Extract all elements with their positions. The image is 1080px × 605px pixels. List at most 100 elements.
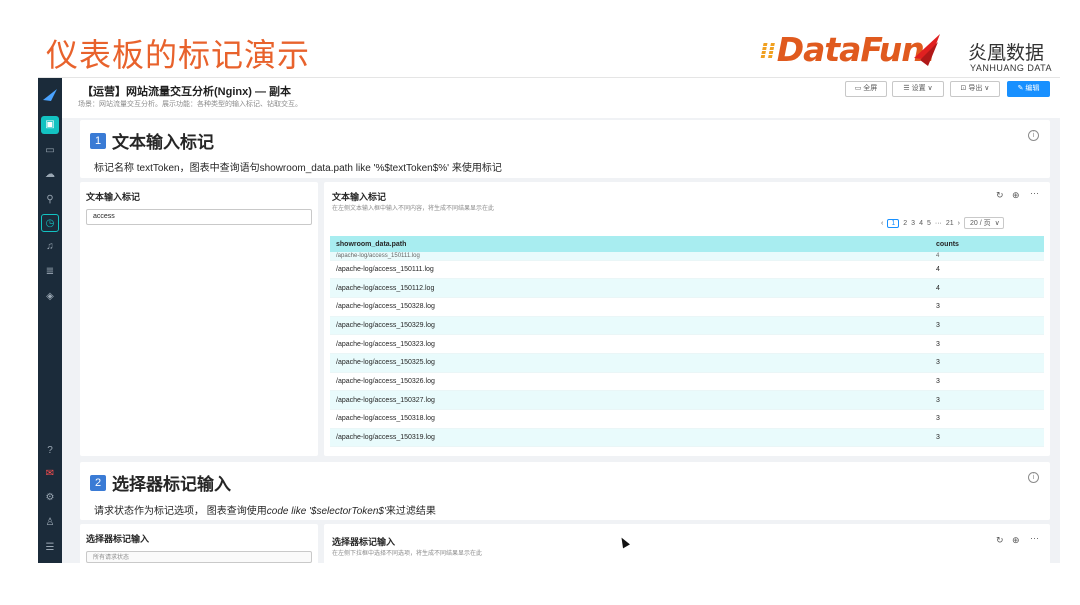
refresh-icon[interactable]: ↻: [996, 190, 1004, 201]
fullscreen-button[interactable]: ▭ 全屏: [845, 81, 887, 97]
page-ellipsis[interactable]: ···: [935, 220, 942, 227]
yanhuang-logo-en: YANHUANG DATA: [970, 63, 1053, 73]
page-last[interactable]: 21: [946, 220, 954, 227]
app-logo-icon[interactable]: [42, 88, 58, 102]
table-row: /apache-log/access_150111.log 4: [330, 252, 1044, 261]
dashboard-title: 【运营】网站流量交互分析(Nginx) — 副本: [82, 86, 291, 98]
section2-code: code like '$selectorToken$': [266, 506, 386, 517]
table-cell-path: /apache-log/access_150318.log: [330, 409, 930, 429]
table-row[interactable]: /apache-log/access_150323.log 3: [330, 334, 1044, 354]
settings-button[interactable]: ☰ 设置 ∨: [892, 81, 944, 97]
yanhuang-logo-cn: 炎凰数据: [968, 42, 1045, 64]
page-2[interactable]: 2: [903, 220, 907, 227]
prev-page-icon[interactable]: ‹: [881, 220, 883, 227]
bell-icon[interactable]: ♫: [41, 238, 59, 256]
table-cell-path: /apache-log/access_150325.log: [330, 353, 930, 373]
user-icon[interactable]: ♙: [41, 514, 59, 532]
search-icon[interactable]: ⚲: [41, 191, 59, 209]
table-cell-count: 3: [930, 428, 1044, 448]
page-1[interactable]: 1: [887, 219, 900, 228]
section2-header-card: 2 选择器标记输入 i 请求状态作为标记选项， 图表查询使用code like '…: [80, 462, 1050, 520]
monitor-icon[interactable]: ▭: [41, 142, 59, 160]
zoom-icon[interactable]: ⊕: [1012, 535, 1020, 546]
help-icon[interactable]: ?: [41, 442, 59, 460]
page-size-select[interactable]: 20 / 页 ∨: [964, 217, 1004, 229]
datafun-logo: ⁞⁞DataFun.: [760, 30, 936, 69]
dashboard-icon[interactable]: ▣: [41, 116, 59, 134]
settings-icon[interactable]: ⚙: [41, 489, 59, 507]
dashboard-subtitle: 场景：网站流量交互分析。展示功能：各种类型的输入标记、钻取交互。: [78, 101, 302, 108]
table-row[interactable]: /apache-log/access_150326.log 3: [330, 372, 1044, 392]
page-3[interactable]: 3: [911, 220, 915, 227]
table-row[interactable]: /apache-log/access_150319.log 3: [330, 428, 1044, 448]
section1-header-card: 1 文本输入标记 i 标记名称 textToken，图表中查询语句showroom…: [80, 120, 1050, 178]
table-cell-path: /apache-log/access_150328.log: [330, 297, 930, 317]
table-header-row: showroom_data.path counts: [330, 236, 1044, 252]
section2-heading: 2 选择器标记输入: [90, 470, 231, 495]
table-cell-count: 3: [930, 353, 1044, 373]
text-token-input[interactable]: access: [86, 209, 312, 225]
text-input-panel-title: 文本输入标记: [86, 192, 141, 202]
layers-icon[interactable]: ◈: [41, 288, 59, 306]
page-4[interactable]: 4: [919, 220, 923, 227]
selector-chart-panel-title: 选择器标记输入: [332, 537, 396, 547]
text-input-panel: 文本输入标记 access: [80, 182, 318, 456]
section1-info-icon[interactable]: i: [1028, 130, 1039, 141]
table-cell-path: /apache-log/access_150319.log: [330, 428, 930, 448]
section2-info-icon[interactable]: i: [1028, 472, 1039, 483]
table-cell-path: /apache-log/access_150112.log: [330, 278, 930, 298]
more-icon[interactable]: ···: [1030, 533, 1039, 543]
next-page-icon[interactable]: ›: [958, 220, 960, 227]
table-row[interactable]: /apache-log/access_150327.log 3: [330, 390, 1044, 410]
selector-input-panel-title: 选择器标记输入: [86, 534, 150, 544]
table-cell-count: 4: [930, 260, 1044, 280]
selector-token-select[interactable]: 所有请求状态: [86, 551, 312, 563]
edit-button[interactable]: ✎ 编辑: [1007, 81, 1050, 97]
table-cell-count: 3: [930, 372, 1044, 392]
table-row[interactable]: /apache-log/access_150318.log 3: [330, 409, 1044, 429]
table-cell-count: 3: [930, 334, 1044, 354]
message-icon[interactable]: ✉: [41, 465, 59, 483]
dashboard-topbar: 【运营】网站流量交互分析(Nginx) — 副本 场景：网站流量交互分析。展示功…: [62, 78, 1060, 118]
database-icon[interactable]: ≣: [41, 263, 59, 281]
table-cell-path: /apache-log/access_150323.log: [330, 334, 930, 354]
section1-heading: 1 文本输入标记: [90, 128, 214, 153]
table-row[interactable]: /apache-log/access_150112.log 4: [330, 278, 1044, 298]
text-table-panel: 文本输入标记 在左侧文本输入框中输入不同内容，将生成不同结果显示在此 ↻ ⊕ ·…: [324, 182, 1050, 456]
slide-title: 仪表板的标记演示: [46, 36, 311, 74]
table-cell-path: /apache-log/access_150329.log: [330, 316, 930, 336]
pagination: ‹ 1 2 3 4 5 ··· 21 › 20 / 页 ∨: [879, 217, 1006, 229]
selector-chart-panel: 选择器标记输入 在左侧下拉框中选择不同选项，将生成不同结果显示在此 ↻ ⊕ ··…: [324, 524, 1050, 563]
more-icon[interactable]: ···: [1030, 188, 1039, 198]
table-cell-count: 3: [930, 316, 1044, 336]
table-cell-count: 3: [930, 297, 1044, 317]
table-cell-count: 3: [930, 390, 1044, 410]
table-cell-path: /apache-log/access_150111.log: [330, 260, 930, 280]
table-row[interactable]: /apache-log/access_150111.log 4: [330, 260, 1044, 280]
clock-icon[interactable]: ◷: [41, 214, 59, 232]
menu-icon[interactable]: ☰: [41, 539, 59, 557]
table-row[interactable]: /apache-log/access_150325.log 3: [330, 353, 1044, 373]
selector-input-panel: 选择器标记输入 所有请求状态: [80, 524, 318, 563]
section2-title: 选择器标记输入: [112, 475, 231, 495]
sidebar: ▣ ▭ ☁ ⚲ ◷ ♫ ≣ ◈ ? ✉ ⚙ ♙ ☰: [38, 78, 62, 563]
text-table-panel-subtitle: 在左侧文本输入框中输入不同内容，将生成不同结果显示在此: [332, 206, 495, 212]
selector-chart-panel-subtitle: 在左侧下拉框中选择不同选项，将生成不同结果显示在此: [332, 551, 483, 557]
column-header-path[interactable]: showroom_data.path: [330, 236, 930, 252]
section1-description: 标记名称 textToken，图表中查询语句showroom_data.path…: [94, 163, 502, 174]
table-cell-path: /apache-log/access_150327.log: [330, 390, 930, 410]
zoom-icon[interactable]: ⊕: [1012, 190, 1020, 201]
yanhuang-logo-icon: [914, 34, 940, 66]
cloud-icon[interactable]: ☁: [41, 166, 59, 184]
section1-title: 文本输入标记: [112, 133, 214, 153]
table-row[interactable]: /apache-log/access_150328.log 3: [330, 297, 1044, 317]
section2-number: 2: [90, 474, 106, 491]
column-header-counts[interactable]: counts: [930, 236, 1044, 252]
table-row[interactable]: /apache-log/access_150329.log 3: [330, 316, 1044, 336]
app-window: ▣ ▭ ☁ ⚲ ◷ ♫ ≣ ◈ ? ✉ ⚙ ♙ ☰ 【运营】网站流量交互分析(N…: [38, 77, 1060, 563]
main-area: 【运营】网站流量交互分析(Nginx) — 副本 场景：网站流量交互分析。展示功…: [62, 78, 1060, 563]
export-button[interactable]: ⊡ 导出 ∨: [950, 81, 1000, 97]
page-5[interactable]: 5: [927, 220, 931, 227]
slide-header: 仪表板的标记演示 ⁞⁞DataFun. 炎凰数据 YANHUANG DATA: [0, 0, 1080, 75]
refresh-icon[interactable]: ↻: [996, 535, 1004, 546]
